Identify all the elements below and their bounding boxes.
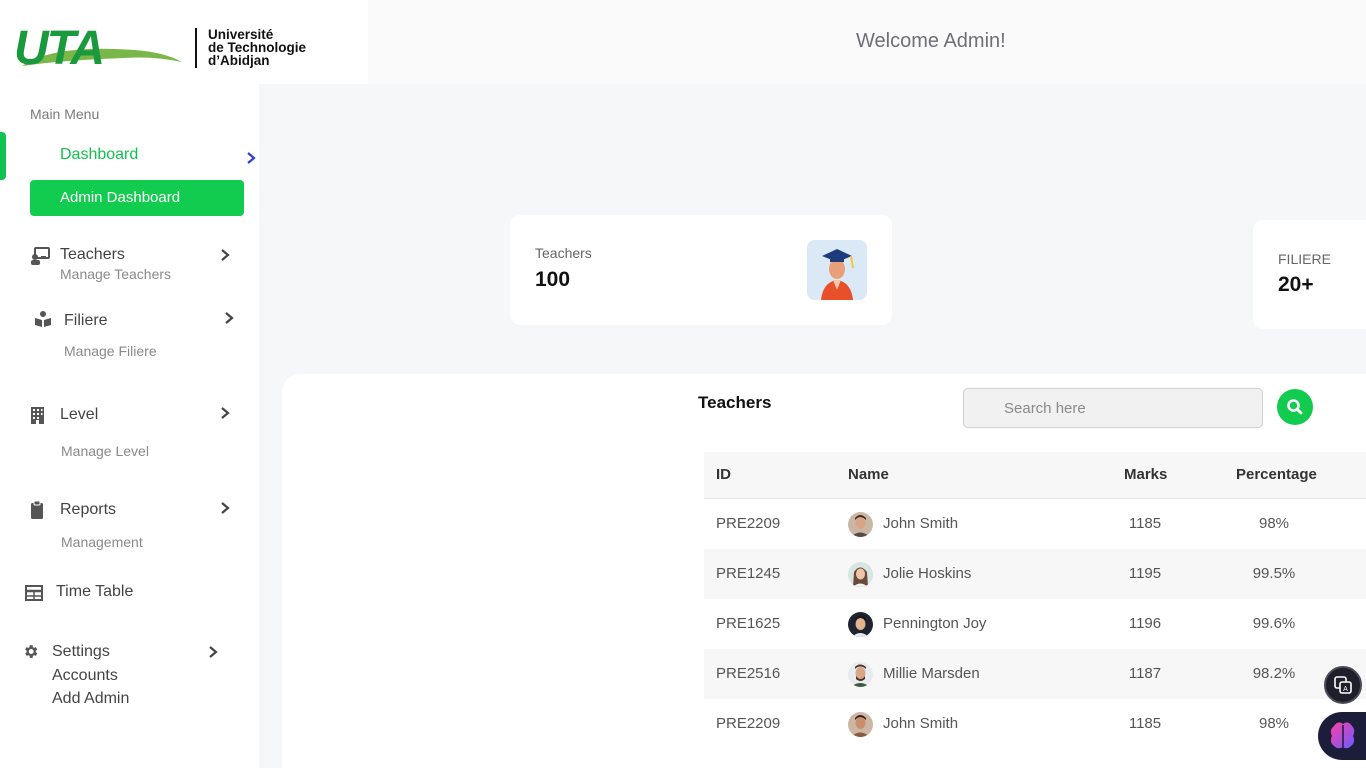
cell-id: PRE2516	[716, 665, 781, 682]
sidebar-item-label: Filiere	[64, 312, 108, 329]
column-header-id[interactable]: ID	[716, 466, 731, 483]
avatar	[848, 662, 873, 687]
avatar	[848, 712, 873, 737]
cell-percentage: 98%	[1258, 515, 1290, 532]
teachers-table: ID Name Marks Percentage PRE2209 John Sm…	[704, 452, 1366, 749]
gear-icon	[25, 645, 38, 658]
sidebar-item-label: Settings	[52, 643, 110, 660]
sidebar-item-label: Reports	[60, 501, 117, 518]
sidebar-subitem-add-admin[interactable]: Add Admin	[52, 690, 129, 708]
sidebar: Main Menu Dashboard Admin Dashboard Teac…	[0, 84, 259, 768]
filiere-stat-card[interactable]: FILIERE 20+	[1253, 220, 1366, 329]
cell-percentage: 99.6%	[1252, 615, 1296, 632]
svg-text:UTA: UTA	[14, 22, 103, 72]
sidebar-subitem-accounts[interactable]: Accounts	[52, 667, 118, 685]
table-row[interactable]: PRE2516 Millie Marsden 1187 98.2%	[704, 649, 1366, 699]
top-header: UTA Université de Technologie d’Abidjan …	[0, 0, 1366, 84]
sidebar-subitem-manage-teachers[interactable]: Manage Teachers	[60, 266, 171, 282]
uta-logo-icon: UTA	[14, 22, 182, 72]
menu-title: Main Menu	[30, 106, 100, 122]
sidebar-item-label: Teachers	[60, 246, 125, 263]
svg-text:A: A	[1343, 686, 1348, 693]
brain-icon	[1330, 722, 1355, 749]
column-header-name[interactable]: Name	[848, 466, 889, 483]
cell-percentage: 98.2%	[1252, 665, 1296, 682]
cell-name[interactable]: John Smith	[883, 515, 958, 532]
sidebar-subitem-manage-filiere[interactable]: Manage Filiere	[64, 343, 157, 359]
avatar	[848, 562, 873, 587]
teachers-stat-card[interactable]: Teachers 100	[510, 215, 892, 325]
cell-id: PRE2209	[716, 715, 781, 732]
table-title: Teachers	[698, 393, 772, 412]
translate-button[interactable]: A	[1324, 666, 1362, 704]
cell-name[interactable]: Millie Marsden	[883, 665, 980, 682]
admin-dashboard-button[interactable]: Admin Dashboard	[30, 180, 244, 216]
active-indicator	[0, 132, 6, 180]
logo[interactable]: UTA Université de Technologie d’Abidjan	[0, 0, 368, 84]
table-row[interactable]: PRE1245 Jolie Hoskins 1195 99.5%	[704, 549, 1366, 599]
cell-marks: 1185	[1128, 515, 1162, 532]
avatar	[848, 612, 873, 637]
search-button[interactable]	[1277, 389, 1313, 425]
cell-name[interactable]: John Smith	[883, 715, 958, 732]
cell-marks: 1196	[1128, 615, 1162, 632]
welcome-message: Welcome Admin!	[856, 30, 1006, 52]
books-icon	[35, 311, 51, 327]
ai-assistant-button[interactable]	[1318, 712, 1366, 760]
cell-name[interactable]: Jolie Hoskins	[883, 565, 971, 582]
table-row[interactable]: PRE2209 John Smith 1185 98%	[704, 699, 1366, 749]
cell-id: PRE1245	[716, 565, 781, 582]
sidebar-subitem-management[interactable]: Management	[61, 534, 143, 550]
chevron-right-icon[interactable]	[220, 502, 230, 514]
cell-marks: 1195	[1128, 565, 1162, 582]
table-icon	[25, 585, 43, 601]
stat-value: 20+	[1278, 273, 1314, 296]
cell-marks: 1187	[1128, 665, 1162, 682]
table-header: ID Name Marks Percentage	[704, 452, 1366, 499]
search-input[interactable]	[963, 388, 1263, 428]
cell-id: PRE2209	[716, 515, 781, 532]
sidebar-item-dashboard[interactable]: Dashboard	[60, 146, 138, 164]
cell-percentage: 98%	[1258, 715, 1290, 732]
sidebar-item-label: Level	[60, 406, 99, 423]
avatar	[848, 512, 873, 537]
stat-label: Teachers	[535, 245, 592, 261]
cell-percentage: 99.5%	[1252, 565, 1296, 582]
stat-value: 100	[535, 268, 571, 291]
chevron-right-icon[interactable]	[220, 249, 230, 261]
teachers-panel: Teachers ID Name Marks Percentage PRE220…	[282, 374, 1366, 768]
column-header-marks[interactable]: Marks	[1124, 466, 1167, 483]
sidebar-item-label: Time Table	[56, 583, 134, 600]
sidebar-subitem-manage-level[interactable]: Manage Level	[61, 443, 149, 459]
chevron-right-icon[interactable]	[208, 646, 218, 658]
chevron-right-icon[interactable]	[224, 312, 234, 324]
table-row[interactable]: PRE1625 Pennington Joy 1196 99.6%	[704, 599, 1366, 649]
chevron-right-icon[interactable]	[220, 407, 230, 419]
building-icon	[31, 407, 44, 424]
stat-label: FILIERE	[1278, 251, 1331, 267]
cell-id: PRE1625	[716, 615, 781, 632]
cell-name[interactable]: Pennington Joy	[883, 615, 986, 632]
logo-wordmark: Université de Technologie d’Abidjan	[208, 28, 306, 68]
column-header-percentage[interactable]: Percentage	[1236, 466, 1317, 483]
logo-divider	[195, 28, 197, 68]
search-icon	[1287, 399, 1303, 415]
graduate-avatar-icon	[807, 240, 867, 300]
cell-marks: 1185	[1128, 715, 1162, 732]
teacher-board-icon	[31, 247, 50, 265]
chevron-right-icon[interactable]	[246, 152, 256, 164]
clipboard-icon	[31, 501, 43, 519]
table-row[interactable]: PRE2209 John Smith 1185 98%	[704, 499, 1366, 549]
translate-icon: A	[1334, 676, 1352, 694]
logo-line-3: d’Abidjan	[208, 53, 270, 68]
